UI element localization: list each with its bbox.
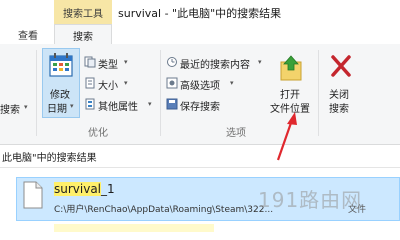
annotation-arrow-icon [276,112,297,161]
